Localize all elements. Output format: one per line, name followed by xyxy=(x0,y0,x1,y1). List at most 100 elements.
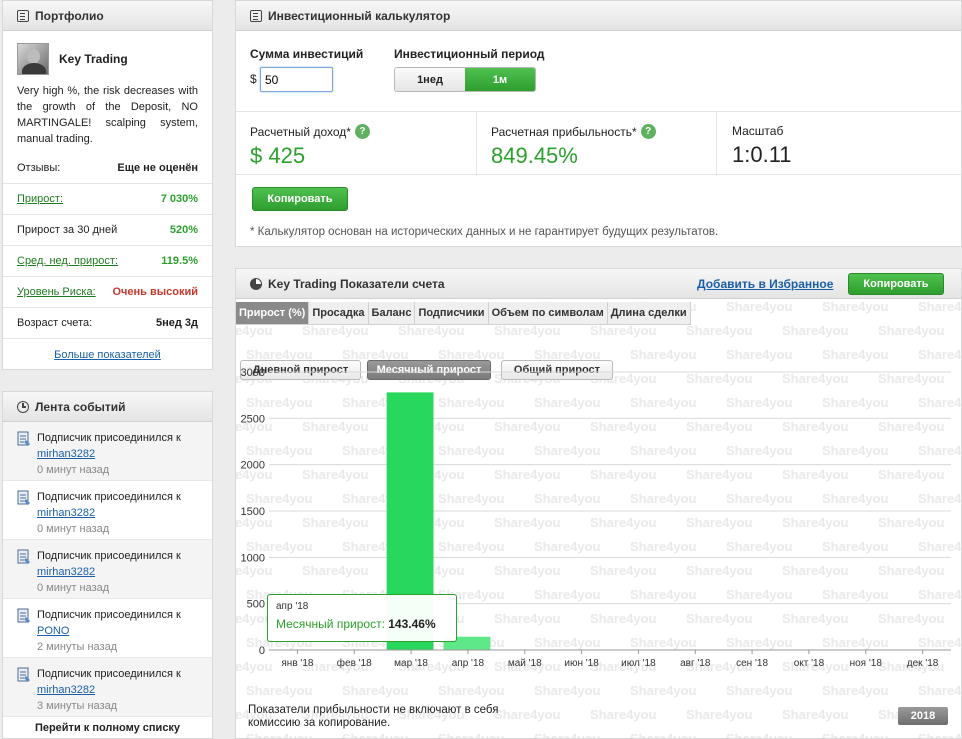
scale-block: Масштаб 1:0.11 xyxy=(732,124,792,168)
document-icon xyxy=(17,549,30,564)
period-label: Инвестиционный период xyxy=(394,47,545,61)
tab-2[interactable]: Баланс xyxy=(368,302,416,324)
watermark-text: Share4you xyxy=(822,731,889,739)
full-list-link[interactable]: Перейти к полному списку xyxy=(3,717,212,734)
document-icon xyxy=(17,431,30,446)
watermark-text: Share4you xyxy=(878,323,945,338)
period-month-button[interactable]: 1м xyxy=(465,68,535,91)
watermark-text: Share4you xyxy=(726,299,793,314)
x-tick-label: фев '18 xyxy=(337,657,372,669)
event-item: Подписчик присоединился к PONO 2 минуты на… xyxy=(3,599,212,658)
event-user-link[interactable]: PONO xyxy=(37,623,181,639)
document-icon xyxy=(17,608,30,623)
portfolio-title: Портфолио xyxy=(35,8,104,23)
clock-icon xyxy=(17,400,29,413)
calculator-title: Инвестиционный калькулятор xyxy=(268,8,451,23)
document-icon xyxy=(17,490,30,505)
help-icon[interactable]: ? xyxy=(354,124,370,139)
x-tick-label: июл '18 xyxy=(621,658,656,669)
calculator-copy-button[interactable]: Копировать xyxy=(252,187,348,211)
event-feed-title: Лента событий xyxy=(35,399,126,414)
stat-value: 520% xyxy=(169,224,198,236)
watermark-text: Share4you xyxy=(534,731,601,739)
income-label: Расчетный доход* xyxy=(250,124,351,139)
metrics-copy-button[interactable]: Копировать xyxy=(848,273,944,295)
y-tick-label: 3000 xyxy=(241,367,265,379)
tab-5[interactable]: Длина сделки xyxy=(607,302,691,324)
tooltip-label: Месячный прирост: xyxy=(276,617,385,631)
stat-row: Отзывы: Еще не оценён xyxy=(3,153,212,184)
help-icon[interactable]: ? xyxy=(640,124,656,139)
tab-4[interactable]: Объем по символам xyxy=(488,302,608,324)
watermark-text: Share4you xyxy=(822,299,889,314)
event-time: 0 минут назад xyxy=(37,523,110,535)
monthly-growth-chart: 0 500 1000 1500 2000 2500 3000 янв '18 фев '18 ма… xyxy=(241,367,951,669)
x-tick-label: дек '18 xyxy=(907,658,939,669)
period-week-button[interactable]: 1нед xyxy=(395,68,465,91)
stat-label[interactable]: Прирост: xyxy=(17,193,63,205)
x-tick-label: мар '18 xyxy=(394,658,428,669)
stat-row: Прирост за 30 дней 520% xyxy=(3,215,212,246)
watermark-text: Share4you xyxy=(918,299,962,314)
stat-label: Прирост за 30 дней xyxy=(17,224,118,236)
watermark-text: Share4you xyxy=(686,707,753,722)
amount-label: Сумма инвестиций xyxy=(250,47,364,61)
portfolio-icon xyxy=(17,9,29,22)
event-user-link[interactable]: mirhan3282 xyxy=(37,682,181,698)
event-item: Подписчик присоединился к mirhan3282 3 мин… xyxy=(3,658,212,717)
stat-label: Возраст счета: xyxy=(17,317,93,329)
stat-value: 7 030% xyxy=(160,193,198,205)
event-feed-header: Лента событий xyxy=(3,392,212,422)
more-stats-link[interactable]: Больше показателей xyxy=(54,349,161,361)
metrics-title: Key Trading Показатели счета xyxy=(268,276,445,291)
event-user-link[interactable]: mirhan3282 xyxy=(37,505,181,521)
watermark-text: Share4you xyxy=(590,707,657,722)
trader-name[interactable]: Key Trading xyxy=(59,52,128,66)
profit-footnote: Показатели прибыльности не включают в се… xyxy=(248,704,499,729)
calculator-icon xyxy=(250,9,262,22)
y-tick-label: 2000 xyxy=(241,460,265,472)
event-text: Подписчик присоединился к xyxy=(37,550,181,562)
y-tick-label: 500 xyxy=(247,599,265,611)
stat-row: Возраст счета: 5нед 3д xyxy=(3,308,212,339)
year-badge[interactable]: 2018 xyxy=(898,707,948,725)
scale-label: Масштаб xyxy=(732,124,784,138)
y-tick-label: 2500 xyxy=(241,413,265,425)
metrics-tabs: Прирост (%) Просадка Баланс Подписчики Объем… xyxy=(236,302,691,325)
calculator-panel: Инвестиционный калькулятор Сумма инвести… xyxy=(235,0,962,247)
event-user-link[interactable]: mirhan3282 xyxy=(37,564,181,580)
portfolio-stats: Отзывы: Еще не оценён Прирост: 7 030% Прирос… xyxy=(3,153,212,339)
portfolio-panel: Портфолио Key Trading Very high %, the r… xyxy=(2,0,213,370)
tab-1[interactable]: Просадка xyxy=(309,302,369,324)
event-user-link[interactable]: mirhan3282 xyxy=(37,446,181,462)
watermark-text: Share4you xyxy=(590,323,657,338)
watermark-text: Share4you xyxy=(630,731,697,739)
tooltip-value: 143.46% xyxy=(388,617,436,631)
event-time: 0 минут назад xyxy=(37,582,110,594)
add-favorite-link[interactable]: Добавить в Избранное xyxy=(697,277,833,291)
watermark-text: Share4you xyxy=(342,731,409,739)
document-icon xyxy=(17,667,30,682)
stat-label[interactable]: Сред. нед. прирост: xyxy=(17,255,118,267)
y-tick-label: 1500 xyxy=(241,506,265,518)
avatar[interactable] xyxy=(17,43,49,75)
profit-block: Расчетная прибыльность* ? 849.45% xyxy=(491,124,656,169)
event-list: Подписчик присоединился к mirhan3282 0 мин… xyxy=(3,422,212,717)
tab-0[interactable]: Прирост (%) xyxy=(236,302,310,324)
watermark-text: Share4you xyxy=(630,347,697,362)
stat-label[interactable]: Уровень Риска: xyxy=(17,286,96,298)
pie-chart-icon xyxy=(250,277,262,290)
tab-3[interactable]: Подписчики xyxy=(415,302,489,324)
x-tick-label: окт '18 xyxy=(794,658,825,669)
stat-value: 5нед 3д xyxy=(155,317,198,329)
y-tick-label: 0 xyxy=(259,645,265,657)
watermark-text: Share4you xyxy=(782,707,849,722)
event-item: Подписчик присоединился к mirhan3282 0 мин… xyxy=(3,422,212,481)
calculator-disclaimer: * Калькулятор основан на исторических да… xyxy=(250,226,719,238)
event-time: 2 минуты назад xyxy=(37,641,118,653)
metrics-panel: Share4you Share4you Share4you Share4you Shar… xyxy=(235,268,962,739)
stat-row: Прирост: 7 030% xyxy=(3,184,212,215)
amount-input[interactable] xyxy=(260,67,333,92)
watermark-text: Share4you xyxy=(918,731,962,739)
watermark-text: Share4you xyxy=(918,347,962,362)
